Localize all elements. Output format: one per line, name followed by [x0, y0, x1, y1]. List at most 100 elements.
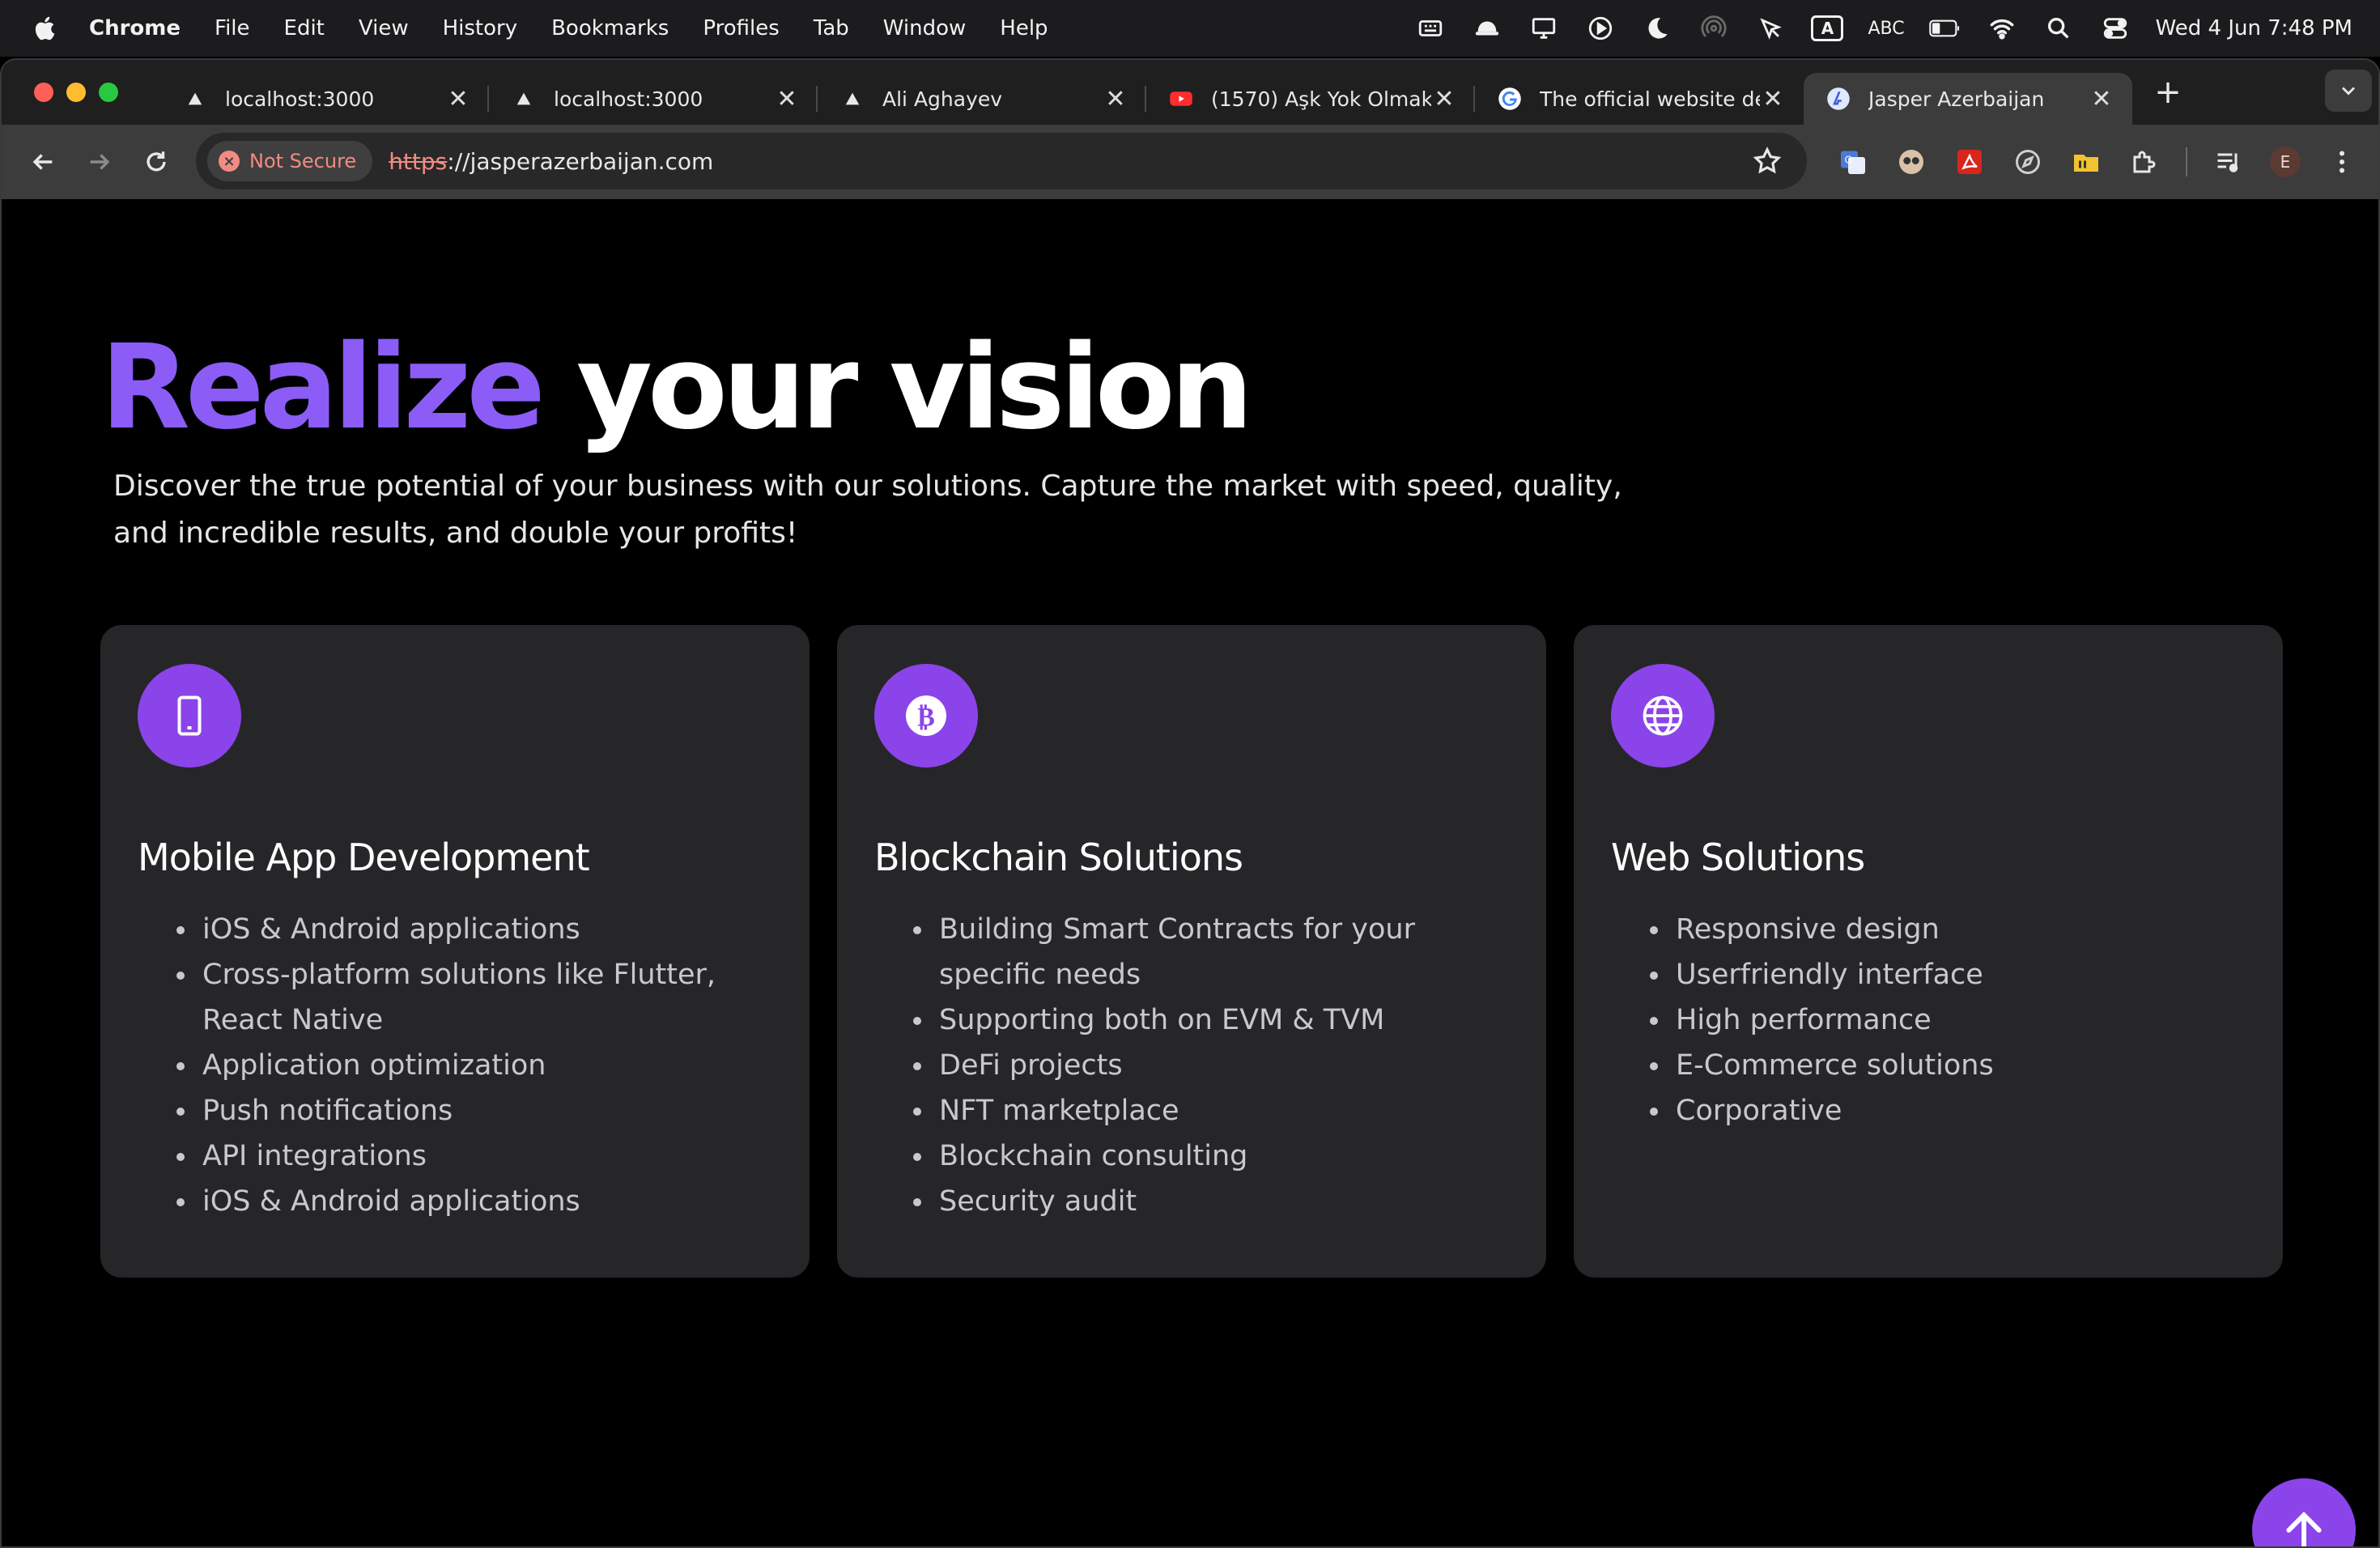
input-source-icon[interactable]: A	[1811, 15, 1844, 41]
folder-extension-icon[interactable]	[2069, 145, 2103, 179]
back-button[interactable]	[21, 140, 65, 184]
toolbar-divider	[2186, 147, 2187, 176]
spotlight-search-icon[interactable]	[2042, 12, 2075, 45]
moon-icon[interactable]	[1641, 12, 1673, 45]
privacy-extension-icon[interactable]	[1894, 145, 1928, 179]
tab-title: localhost:3000	[225, 87, 375, 111]
apple-logo-icon[interactable]	[32, 15, 60, 42]
media-controls-icon[interactable]	[2212, 145, 2246, 179]
list-item: Userfriendly interface	[1650, 952, 2246, 997]
list-item: Supporting both on EVM & TVM	[913, 997, 1509, 1043]
tab-localhost-2[interactable]: localhost:3000 ✕	[489, 73, 818, 125]
close-tab-icon[interactable]: ✕	[1431, 85, 1457, 113]
menu-tab[interactable]: Tab	[814, 16, 849, 40]
extensions-puzzle-icon[interactable]	[2127, 145, 2161, 179]
compass-extension-icon[interactable]	[2011, 145, 2045, 179]
menu-help[interactable]: Help	[1000, 16, 1048, 40]
close-tab-icon[interactable]: ✕	[1760, 85, 1786, 113]
bookmark-star-icon[interactable]	[1752, 146, 1783, 176]
menu-view[interactable]: View	[359, 16, 409, 40]
menu-file[interactable]: File	[215, 16, 250, 40]
svg-text:G: G	[1845, 155, 1852, 166]
display-icon[interactable]	[1528, 12, 1560, 45]
list-item: High performance	[1650, 997, 2246, 1043]
globe-icon	[1611, 664, 1715, 768]
arrow-up-icon	[2286, 1512, 2322, 1546]
pointer-tool-icon[interactable]	[1754, 12, 1787, 45]
wifi-icon[interactable]	[1986, 12, 2018, 45]
address-bar[interactable]: × Not Secure https://jasperazerbaijan.co…	[196, 133, 1807, 189]
not-secure-chip[interactable]: × Not Secure	[207, 141, 373, 181]
youtube-icon	[1169, 87, 1193, 111]
list-item: iOS & Android applications	[176, 907, 772, 952]
list-item: API integrations	[176, 1133, 772, 1179]
control-center-icon[interactable]	[2099, 12, 2131, 45]
browser-window: localhost:3000 ✕ localhost:3000 ✕ Ali Ag…	[0, 58, 2380, 1548]
close-tab-icon[interactable]: ✕	[2089, 85, 2114, 113]
tab-google[interactable]: The official website deve ✕	[1475, 73, 1804, 125]
incognito-icon[interactable]	[1471, 12, 1503, 45]
card-feature-list: iOS & Android applications Cross-platfor…	[138, 907, 772, 1224]
tab-search-button[interactable]	[2325, 70, 2372, 112]
list-item: Corporative	[1650, 1088, 2246, 1133]
list-item: E-Commerce solutions	[1650, 1043, 2246, 1088]
tab-title: localhost:3000	[554, 87, 703, 111]
phone-icon	[138, 664, 241, 768]
browser-toolbar: × Not Secure https://jasperazerbaijan.co…	[2, 125, 2378, 199]
hero-title: Realize your vision	[100, 329, 1253, 445]
site-icon	[1826, 87, 1851, 111]
menu-bookmarks[interactable]: Bookmarks	[551, 16, 669, 40]
arrow-right-icon	[90, 154, 110, 170]
google-icon	[1498, 87, 1522, 111]
tab-title: The official website deve	[1540, 87, 1760, 111]
menu-history[interactable]: History	[443, 16, 518, 40]
hero-subtitle: Discover the true potential of your busi…	[113, 470, 1622, 550]
tab-localhost-1[interactable]: localhost:3000 ✕	[160, 73, 489, 125]
triangle-icon	[183, 87, 207, 111]
card-feature-list: Building Smart Contracts for your specif…	[874, 907, 1509, 1224]
list-item: NFT marketplace	[913, 1088, 1509, 1133]
tab-title: (1570) Aşk Yok Olmaktır	[1211, 87, 1431, 111]
zoom-window-button[interactable]	[99, 83, 118, 102]
reload-button[interactable]	[134, 140, 178, 184]
close-tab-icon[interactable]: ✕	[1103, 85, 1128, 113]
battery-icon[interactable]	[1928, 12, 1961, 45]
list-item: Responsive design	[1650, 907, 2246, 952]
close-tab-icon[interactable]: ✕	[774, 85, 800, 113]
pdf-extension-icon[interactable]	[1953, 145, 1987, 179]
forward-button[interactable]	[78, 140, 121, 184]
close-window-button[interactable]	[34, 83, 53, 102]
input-source-label[interactable]: ABC	[1868, 19, 1904, 39]
translate-extension-icon[interactable]: G	[1836, 145, 1870, 179]
list-item: iOS & Android applications	[176, 1179, 772, 1224]
url-text[interactable]: https://jasperazerbaijan.com	[389, 148, 713, 175]
scroll-to-top-button[interactable]	[2252, 1478, 2356, 1546]
service-card-blockchain: ₿ Blockchain Solutions Building Smart Co…	[837, 625, 1546, 1278]
tab-jasper-azerbaijan[interactable]: Jasper Azerbaijan ✕	[1804, 73, 2132, 125]
minimize-window-button[interactable]	[66, 83, 86, 102]
close-tab-icon[interactable]: ✕	[445, 85, 471, 113]
menu-profiles[interactable]: Profiles	[703, 16, 779, 40]
list-item: Blockchain consulting	[913, 1133, 1509, 1179]
tab-title: Ali Aghayev	[882, 87, 1003, 111]
kebab-menu-icon[interactable]	[2325, 145, 2359, 179]
new-tab-button[interactable]: +	[2144, 68, 2192, 117]
hero-title-accent: Realize	[100, 319, 546, 455]
not-secure-label: Not Secure	[249, 150, 357, 172]
tab-ali-aghayev[interactable]: Ali Aghayev ✕	[818, 73, 1146, 125]
menubar-clock[interactable]: Wed 4 Jun 7:48 PM	[2156, 16, 2352, 40]
reload-icon	[147, 151, 166, 172]
warning-x-icon: ×	[219, 151, 240, 172]
service-card-mobile: Mobile App Development iOS & Android app…	[100, 625, 810, 1278]
menu-window[interactable]: Window	[883, 16, 967, 40]
tab-youtube[interactable]: (1570) Aşk Yok Olmaktır ✕	[1146, 73, 1475, 125]
extensions-area: G E	[1836, 125, 2359, 199]
screen-capture-icon[interactable]	[1414, 12, 1447, 45]
list-item: Push notifications	[176, 1088, 772, 1133]
list-item: Security audit	[913, 1179, 1509, 1224]
play-circle-icon[interactable]	[1584, 12, 1617, 45]
menu-edit[interactable]: Edit	[284, 16, 325, 40]
menu-app-name[interactable]: Chrome	[89, 16, 181, 40]
airdrop-icon[interactable]	[1698, 12, 1730, 45]
profile-avatar[interactable]: E	[2270, 147, 2301, 177]
